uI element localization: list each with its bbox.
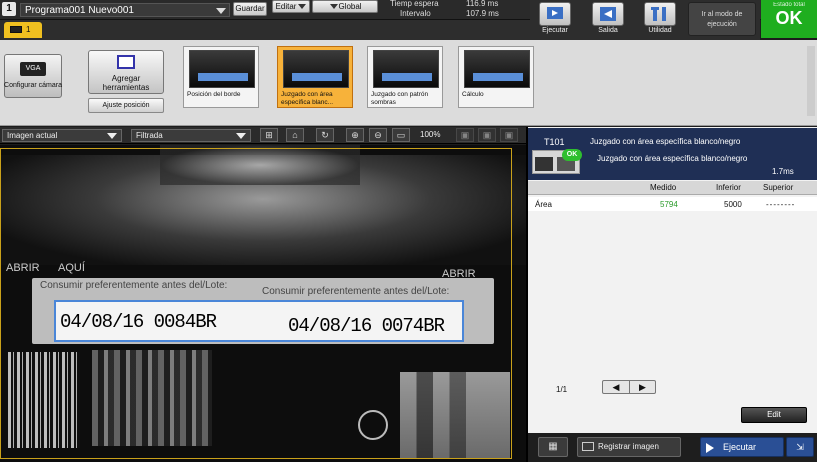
play-icon <box>706 443 714 453</box>
tool-thumbnail-image <box>189 50 255 88</box>
program-name: Programa001 Nuevo001 <box>25 5 134 16</box>
run-icon <box>547 7 563 19</box>
tool-thumbnail-area-bw[interactable]: Juzgado con área específica blanc... <box>277 46 353 108</box>
layout-icon[interactable]: ▣ <box>478 128 496 142</box>
refresh-icon[interactable]: ↻ <box>316 128 334 142</box>
camera-icon <box>582 442 594 451</box>
layout-icon[interactable]: ▣ <box>456 128 474 142</box>
vga-icon: VGA <box>20 62 46 76</box>
tools-icon <box>651 7 666 21</box>
tool-thumbnail-label: Posición del borde <box>187 91 241 98</box>
global-menu-label: Global <box>338 2 362 11</box>
tool-thumbnail-shadow-pattern[interactable]: Juzgado con patrón sombras <box>367 46 443 108</box>
add-tool-icon <box>117 55 135 69</box>
total-status-label: Estado total <box>773 2 805 8</box>
chevron-down-icon <box>107 133 117 139</box>
row-upper-limit: -------- <box>766 200 796 209</box>
tool-name: Juzgado con área específica blanco/negro <box>597 154 748 163</box>
run-toolbar-label: Ejecutar <box>542 27 568 34</box>
page-indicator: 1/1 <box>556 385 568 394</box>
configure-camera-label: Configurar cámara <box>4 82 62 89</box>
tool-thumbnail-edge-position[interactable]: Posición del borde <box>183 46 259 108</box>
export-icon: ⇲ <box>796 442 804 452</box>
column-superior: Superior <box>763 183 794 192</box>
tab-1[interactable]: 1 <box>4 22 42 38</box>
row-measured: 5794 <box>660 200 678 209</box>
chevron-down-icon <box>298 4 307 10</box>
tab-icon <box>10 26 22 34</box>
tool-strip-scrollbar[interactable] <box>807 46 815 116</box>
interval-label: Intervalo <box>400 9 431 18</box>
interval-value: 107.9 ms <box>466 9 499 18</box>
zoom-fit-icon[interactable]: ▭ <box>392 128 410 142</box>
row-name: Área <box>535 200 552 209</box>
column-inferior: Inferior <box>716 183 741 192</box>
edit-menu-button[interactable]: Editar <box>272 0 310 13</box>
image-source-value: Imagen actual <box>7 131 58 140</box>
grid-view-button[interactable]: ▦ <box>538 437 568 457</box>
image-source-select[interactable]: Imagen actual <box>2 129 122 142</box>
chevron-down-icon <box>236 133 246 139</box>
chevron-down-icon <box>216 8 226 14</box>
zoom-level: 100% <box>420 130 441 139</box>
tool-thumbnail-calculation[interactable]: Cálculo <box>458 46 534 108</box>
prev-page-button[interactable]: ◀ <box>603 381 629 393</box>
tool-thumbnail-label: Cálculo <box>462 91 484 98</box>
tool-thumbnail-image <box>464 50 530 88</box>
output-icon <box>600 7 616 21</box>
wait-time-label: Tiemp espera <box>390 0 439 8</box>
tool-thumbnail-label: Juzgado con área específica blanc... <box>281 91 334 106</box>
column-medido: Medido <box>650 183 677 192</box>
configure-camera-button[interactable] <box>4 54 62 98</box>
tool-thumbnail-image <box>283 50 349 88</box>
add-tools-label: Agregar herramientas <box>102 74 150 92</box>
edit-menu-label: Editar <box>275 2 297 11</box>
tool-thumbnail-image <box>373 50 439 88</box>
tab-1-label: 1 <box>26 25 31 34</box>
image-frame <box>0 148 512 459</box>
row-lower-limit: 5000 <box>724 200 742 209</box>
total-status-indicator: Estado total OK <box>761 0 817 38</box>
zoom-in-icon[interactable]: ⊕ <box>346 128 364 142</box>
tab-strip <box>0 20 530 40</box>
tool-thumbnail-label: Juzgado con patrón sombras <box>371 91 429 106</box>
tool-id: T101 <box>544 137 565 147</box>
position-adjust-button[interactable]: Ajuste posición <box>88 98 164 113</box>
total-status-value: OK <box>775 8 803 28</box>
image-filter-value: Filtrada <box>136 131 163 140</box>
zoom-out-icon[interactable]: ⊖ <box>369 128 387 142</box>
run-mode-button[interactable]: Ir al modo de ejecución <box>688 2 756 36</box>
output-toolbar-button[interactable] <box>592 2 624 26</box>
export-button[interactable]: ⇲ <box>786 437 814 457</box>
program-selector[interactable]: Programa001 Nuevo001 <box>20 3 230 17</box>
layout-icon[interactable]: ▣ <box>500 128 518 142</box>
utility-toolbar-button[interactable] <box>644 2 676 26</box>
tool-status-badge: OK <box>562 149 582 161</box>
image-filter-select[interactable]: Filtrada <box>131 129 251 142</box>
fit-window-icon[interactable]: ⊞ <box>260 128 278 142</box>
next-page-button[interactable]: ▶ <box>629 381 655 393</box>
run-toolbar-button[interactable] <box>539 2 571 26</box>
save-button[interactable]: Guardar <box>233 2 267 16</box>
edit-button[interactable]: Edit <box>741 407 807 423</box>
global-menu-button[interactable]: Global <box>312 0 378 13</box>
program-number-badge: 1 <box>2 2 16 16</box>
tool-name: Juzgado con área específica blanco/negro <box>590 137 741 146</box>
lock-icon[interactable]: ⌂ <box>286 128 304 142</box>
tool-time: 1.7ms <box>772 167 794 176</box>
wait-time-value: 116.9 ms <box>466 0 499 8</box>
output-toolbar-label: Salida <box>598 27 618 34</box>
utility-toolbar-label: Utilidad <box>648 27 672 34</box>
grid-icon: ▦ <box>548 441 558 452</box>
